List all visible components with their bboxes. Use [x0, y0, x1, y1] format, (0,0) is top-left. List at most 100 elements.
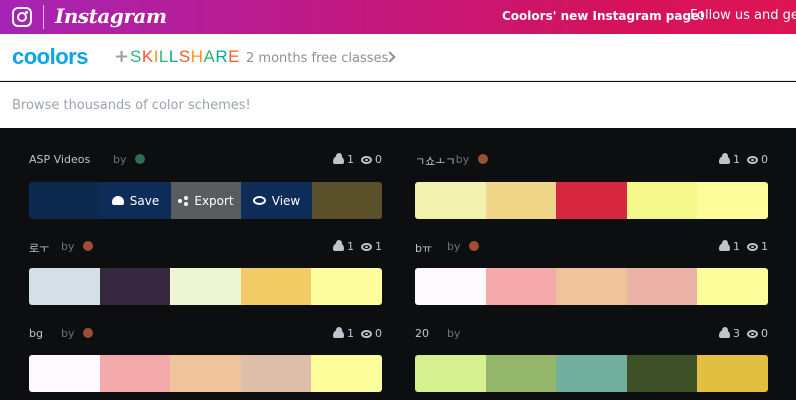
color-swatch[interactable] [415, 182, 486, 219]
palette-by-label: by [61, 240, 75, 253]
instagram-icon [12, 7, 32, 27]
color-swatch[interactable] [415, 355, 486, 392]
palette-stats: 11 [719, 239, 768, 253]
palette-swatches[interactable] [29, 355, 382, 392]
palette-header: ASP Videos by 1 0 [29, 152, 382, 169]
view-count: 0 [761, 327, 768, 340]
palette-stats: 30 [719, 326, 768, 340]
color-swatch[interactable] [311, 182, 382, 219]
palette-actions: Save Export View [100, 182, 312, 219]
color-swatch[interactable] [697, 268, 768, 305]
skillshare-logo: SKILLSHARE [130, 47, 240, 66]
view-label: View [271, 193, 301, 208]
palette-by-label: by [113, 153, 127, 166]
palette-header: bg by 1 0 [29, 326, 382, 343]
share-icon [178, 196, 188, 206]
palette-name[interactable]: ASP Videos [29, 153, 90, 166]
palette-by-label: by [447, 327, 461, 340]
palette-stats: 10 [719, 152, 768, 166]
color-swatch[interactable] [485, 182, 557, 219]
eye-icon [361, 329, 372, 338]
color-swatch[interactable] [485, 268, 557, 305]
instagram-banner[interactable]: Instagram Coolors' new Instagram page! F… [0, 0, 796, 34]
view-count: 0 [761, 153, 768, 166]
eye-icon [361, 242, 372, 251]
search-area [0, 82, 796, 128]
color-swatch[interactable] [556, 355, 627, 392]
palette-by-label: by [61, 327, 75, 340]
save-label: Save [129, 193, 160, 208]
color-swatch[interactable] [29, 355, 100, 392]
color-swatch[interactable] [485, 355, 557, 392]
color-swatch[interactable] [415, 268, 486, 305]
color-swatch[interactable] [240, 268, 312, 305]
cloud-upload-icon [719, 239, 730, 251]
palette-swatches[interactable] [415, 355, 768, 392]
save-button[interactable]: Save [100, 182, 171, 219]
color-swatch[interactable] [170, 268, 241, 305]
view-count: 1 [761, 240, 768, 253]
cloud-upload-icon [719, 326, 730, 338]
color-swatch[interactable] [697, 182, 768, 219]
palette-name[interactable]: 20 [415, 327, 429, 340]
eye-icon [747, 155, 758, 164]
palette-by-label: by [455, 153, 470, 166]
instagram-wordmark: Instagram [55, 4, 167, 28]
color-swatch[interactable] [99, 355, 171, 392]
coolors-logo: coolors [12, 44, 88, 69]
banner-divider [43, 5, 44, 29]
palette-swatches[interactable] [29, 268, 382, 305]
author-avatar[interactable] [469, 241, 479, 251]
color-swatch[interactable] [626, 268, 698, 305]
author-avatar[interactable] [135, 154, 145, 164]
palette-by-label: by [447, 240, 461, 253]
search-input[interactable] [0, 82, 796, 128]
palette-swatches[interactable] [415, 182, 768, 219]
view-count: 0 [375, 327, 382, 340]
palette-swatches[interactable] [415, 268, 768, 305]
cloud-upload-icon [333, 239, 344, 251]
color-swatch[interactable] [626, 182, 698, 219]
like-count: 1 [733, 153, 740, 166]
color-swatch[interactable] [626, 355, 698, 392]
color-swatch[interactable] [556, 182, 627, 219]
plus-sign: + [114, 46, 130, 67]
palette-name[interactable]: ㄱ쇼ㅗㄱ [415, 153, 455, 169]
banner-follow-text: Follow us and get [690, 8, 796, 23]
color-swatch[interactable] [29, 268, 100, 305]
cloud-upload-icon [719, 152, 730, 164]
like-count: 1 [347, 240, 354, 253]
author-avatar[interactable] [477, 154, 488, 164]
palette-header: 20 by 3 0 [415, 326, 768, 343]
color-swatch[interactable] [99, 268, 171, 305]
color-swatch[interactable] [697, 355, 768, 392]
palette-name[interactable]: bㅠ [415, 240, 432, 256]
color-swatch[interactable] [311, 268, 382, 305]
export-button[interactable]: Export [171, 182, 241, 219]
eye-icon [747, 242, 758, 251]
color-swatch[interactable] [311, 355, 382, 392]
eye-icon [361, 155, 372, 164]
like-count: 1 [347, 327, 354, 340]
color-swatch[interactable] [240, 355, 312, 392]
like-count: 1 [733, 240, 740, 253]
author-avatar[interactable] [83, 328, 93, 338]
view-count: 1 [375, 240, 382, 253]
view-button[interactable]: View [241, 182, 312, 219]
author-avatar[interactable] [83, 241, 93, 251]
cloud-upload-icon [333, 326, 344, 338]
export-label: Export [194, 193, 234, 208]
sponsor-offer-link[interactable]: 2 months free classes [246, 51, 388, 66]
color-swatch[interactable] [29, 182, 100, 219]
color-swatch[interactable] [170, 355, 241, 392]
cloud-save-icon [111, 196, 124, 205]
eye-icon [747, 329, 758, 338]
eye-icon [252, 196, 266, 205]
color-swatch[interactable] [556, 268, 627, 305]
palette-name[interactable]: 로ㅜ [29, 240, 49, 256]
palette-stats: 10 [333, 152, 382, 166]
palette-header: 로ㅜ by 1 1 [29, 239, 382, 256]
cloud-upload-icon [333, 152, 344, 164]
view-count: 0 [375, 153, 382, 166]
palette-name[interactable]: bg [29, 327, 43, 340]
